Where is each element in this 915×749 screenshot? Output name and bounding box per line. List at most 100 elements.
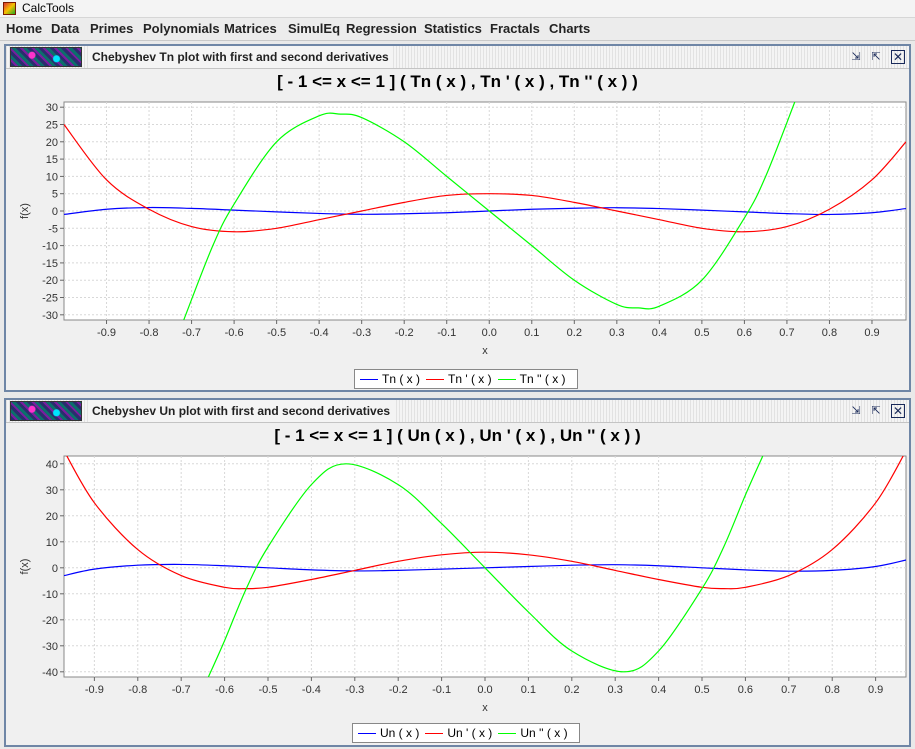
x-tick-label: 0.4 <box>652 327 667 339</box>
y-tick-label: 30 <box>46 102 58 114</box>
menu-fractals[interactable]: Fractals <box>490 18 540 40</box>
x-tick-label: -0.4 <box>310 327 329 339</box>
x-tick-label: 0.2 <box>567 327 582 339</box>
x-tick-label: -0.3 <box>345 684 364 696</box>
x-tick-label: 0.9 <box>864 327 879 339</box>
x-tick-label: 0.0 <box>482 327 497 339</box>
x-tick-label: -0.5 <box>259 684 278 696</box>
legend-item-tn-prime: Tn ' ( x ) <box>426 370 492 388</box>
y-tick-label: 30 <box>46 485 58 497</box>
x-tick-label: -0.7 <box>182 327 201 339</box>
legend-swatch-tn-prime <box>426 378 444 380</box>
x-tick-label: -0.5 <box>267 327 286 339</box>
x-tick-label: -0.8 <box>140 327 159 339</box>
menu-data[interactable]: Data <box>51 18 79 40</box>
x-tick-label: 0.9 <box>868 684 883 696</box>
y-tick-label: 20 <box>46 137 58 149</box>
x-tick-label: 0.7 <box>781 684 796 696</box>
y-tick-label: 25 <box>46 119 58 131</box>
legend-swatch-un-prime <box>425 732 444 734</box>
legend-swatch-un-double-prime <box>498 732 517 734</box>
x-tick-label: -0.3 <box>352 327 371 339</box>
y-tick-label: -15 <box>42 258 58 270</box>
tn-chart-legend: Tn ( x ) Tn ' ( x ) Tn '' ( x ) <box>354 369 578 389</box>
x-tick-label: 0.3 <box>608 684 623 696</box>
menu-simuleq[interactable]: SimulEq <box>288 18 340 40</box>
y-tick-label: 15 <box>46 154 58 166</box>
x-tick-label: -0.2 <box>395 327 414 339</box>
y-tick-label: 5 <box>52 189 58 201</box>
legend-item-tn: Tn ( x ) <box>360 370 420 388</box>
menu-primes[interactable]: Primes <box>90 18 133 40</box>
legend-label-un-prime: Un ' ( x ) <box>447 726 493 740</box>
y-tick-label: -10 <box>42 589 58 601</box>
y-tick-label: -40 <box>42 667 58 679</box>
menu-polynomials[interactable]: Polynomials <box>143 18 220 40</box>
y-tick-label: -20 <box>42 275 58 287</box>
y-tick-label: 20 <box>46 511 58 523</box>
menu-charts[interactable]: Charts <box>549 18 590 40</box>
menu-statistics[interactable]: Statistics <box>424 18 482 40</box>
y-tick-label: 10 <box>46 537 58 549</box>
x-tick-label: 0.2 <box>564 684 579 696</box>
legend-label-un: Un ( x ) <box>380 726 420 740</box>
x-axis-label: x <box>482 345 488 357</box>
x-tick-label: -0.6 <box>225 327 244 339</box>
x-tick-label: -0.9 <box>97 327 116 339</box>
legend-item-un: Un ( x ) <box>358 724 419 742</box>
menu-matrices[interactable]: Matrices <box>224 18 277 40</box>
y-tick-label: 10 <box>46 171 58 183</box>
x-tick-label: 0.8 <box>825 684 840 696</box>
x-tick-label: 0.8 <box>822 327 837 339</box>
un-chart-plot: -0.9 -0.8 -0.7 -0.6 -0.5 -0.4 -0.3 -0.2 -0.1 0.0 0… <box>19 455 907 714</box>
un-plot-window: Chebyshev Un plot with first and second … <box>4 398 911 747</box>
x-tick-label: -0.1 <box>437 327 456 339</box>
x-tick-label: -0.6 <box>215 684 234 696</box>
x-tick-label: 0.7 <box>779 327 794 339</box>
y-tick-label: 40 <box>46 459 58 471</box>
legend-item-un-double-prime: Un '' ( x ) <box>498 724 568 742</box>
app-titlebar: CalcTools <box>0 0 915 18</box>
x-axis-label: x <box>482 702 488 714</box>
x-tick-label: 0.0 <box>477 684 492 696</box>
x-tick-label: -0.2 <box>389 684 408 696</box>
legend-swatch-tn <box>360 378 378 380</box>
y-axis-label: f(x) <box>19 559 31 575</box>
x-tick-label: 0.1 <box>524 327 539 339</box>
x-tick-label: -0.1 <box>432 684 451 696</box>
x-tick-label: -0.8 <box>128 684 147 696</box>
app-title: CalcTools <box>22 1 75 15</box>
x-tick-label: 0.4 <box>651 684 666 696</box>
x-tick-label: -0.4 <box>302 684 321 696</box>
y-tick-label: -10 <box>42 241 58 253</box>
app-logo-icon <box>3 2 16 15</box>
menu-home[interactable]: Home <box>6 18 42 40</box>
tn-plot-window: Chebyshev Tn plot with first and second … <box>4 44 911 392</box>
x-tick-label: 0.5 <box>694 327 709 339</box>
legend-label-un-double-prime: Un '' ( x ) <box>520 726 568 740</box>
legend-item-tn-double-prime: Tn '' ( x ) <box>497 370 566 388</box>
y-tick-label: -20 <box>42 615 58 627</box>
legend-label-tn: Tn ( x ) <box>382 372 420 386</box>
x-tick-label: 0.5 <box>694 684 709 696</box>
legend-label-tn-double-prime: Tn '' ( x ) <box>519 372 566 386</box>
y-tick-label: 0 <box>52 206 58 218</box>
y-tick-label: -30 <box>42 310 58 322</box>
legend-item-un-prime: Un ' ( x ) <box>425 724 492 742</box>
y-tick-label: -5 <box>48 223 58 235</box>
y-axis-label: f(x) <box>19 203 31 219</box>
legend-swatch-un <box>358 732 376 734</box>
x-tick-label: -0.7 <box>172 684 191 696</box>
un-chart-legend: Un ( x ) Un ' ( x ) Un '' ( x ) <box>352 723 580 743</box>
legend-swatch-tn-double-prime <box>497 378 516 380</box>
x-tick-label: 0.6 <box>738 684 753 696</box>
menu-regression[interactable]: Regression <box>346 18 417 40</box>
tn-chart-plot: -0.9 -0.8 -0.7 -0.6 -0.5 -0.4 -0.3 -0.2 -0.1 0.0 0… <box>19 101 907 357</box>
menu-bar: Home Data Primes Polynomials Matrices Si… <box>0 18 915 41</box>
y-tick-label: -30 <box>42 641 58 653</box>
x-tick-label: 0.1 <box>521 684 536 696</box>
x-tick-label: -0.9 <box>85 684 104 696</box>
legend-label-tn-prime: Tn ' ( x ) <box>448 372 492 386</box>
y-tick-label: -25 <box>42 293 58 305</box>
x-tick-label: 0.3 <box>609 327 624 339</box>
